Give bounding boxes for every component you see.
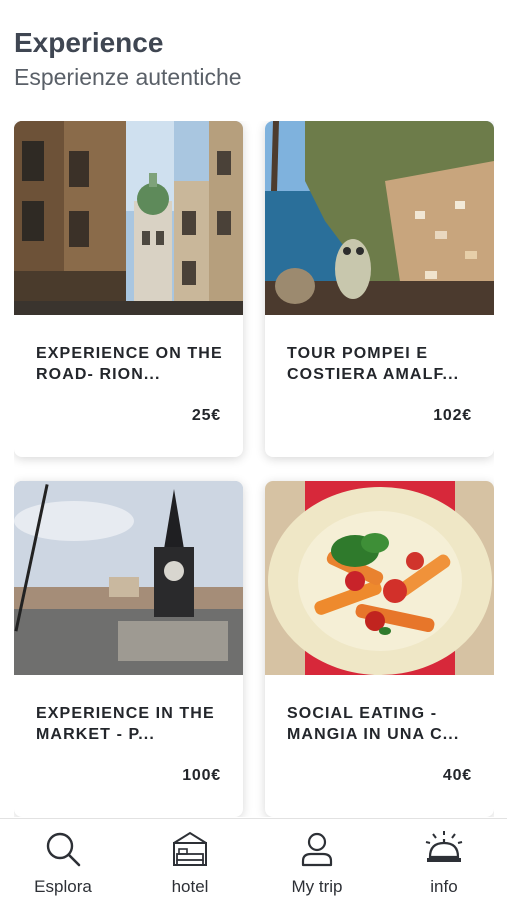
page-subtitle: Esperienze autentiche bbox=[14, 64, 242, 90]
experience-card-title: EXPERIENCE ON THE ROAD- RION... bbox=[36, 345, 223, 383]
service-bell-icon bbox=[424, 829, 464, 869]
tab-label: info bbox=[430, 877, 458, 896]
bottom-tab-bar: Esplora hotel My trip info bbox=[0, 818, 507, 900]
experience-card-price: 100€ bbox=[182, 767, 221, 784]
experience-screen: Experience Esperienze autentiche EXPERIE… bbox=[0, 0, 507, 900]
experience-grid: EXPERIENCE ON THE ROAD- RION... 25€ TOUR… bbox=[14, 121, 494, 817]
tab-label: Esplora bbox=[34, 877, 92, 896]
hotel-bed-icon bbox=[170, 829, 210, 869]
amalfi-coast-photo bbox=[265, 121, 494, 315]
tab-my-trip[interactable]: My trip bbox=[254, 819, 380, 900]
tab-esplora[interactable]: Esplora bbox=[0, 819, 126, 900]
user-icon bbox=[297, 829, 337, 869]
experience-card-title: SOCIAL EATING - MANGIA IN UNA C... bbox=[287, 705, 460, 743]
market-square-obelisk-photo bbox=[14, 481, 243, 675]
experience-card-title: EXPERIENCE IN THE MARKET - P... bbox=[36, 705, 215, 743]
page-title: Experience bbox=[14, 27, 164, 58]
experience-card-price: 40€ bbox=[442, 767, 472, 784]
tab-label: hotel bbox=[171, 877, 209, 896]
experience-card-title: TOUR POMPEI E COSTIERA AMALF... bbox=[287, 345, 460, 383]
tab-hotel[interactable]: hotel bbox=[127, 819, 253, 900]
naples-street-photo bbox=[14, 121, 243, 315]
experience-card[interactable]: EXPERIENCE IN THE MARKET - P... 100€ bbox=[14, 481, 243, 817]
experience-card[interactable]: EXPERIENCE ON THE ROAD- RION... 25€ bbox=[14, 121, 243, 457]
experience-card[interactable]: TOUR POMPEI E COSTIERA AMALF... 102€ bbox=[265, 121, 494, 457]
experience-card[interactable]: SOCIAL EATING - MANGIA IN UNA C... 40€ bbox=[265, 481, 494, 817]
experience-card-price: 25€ bbox=[191, 407, 221, 424]
search-icon bbox=[43, 829, 83, 869]
page-header: Experience Esperienze autentiche bbox=[14, 26, 242, 92]
experience-card-price: 102€ bbox=[433, 407, 472, 424]
tab-label: My trip bbox=[291, 877, 343, 896]
pasta-dish-photo bbox=[265, 481, 494, 675]
tab-info[interactable]: info bbox=[381, 819, 507, 900]
